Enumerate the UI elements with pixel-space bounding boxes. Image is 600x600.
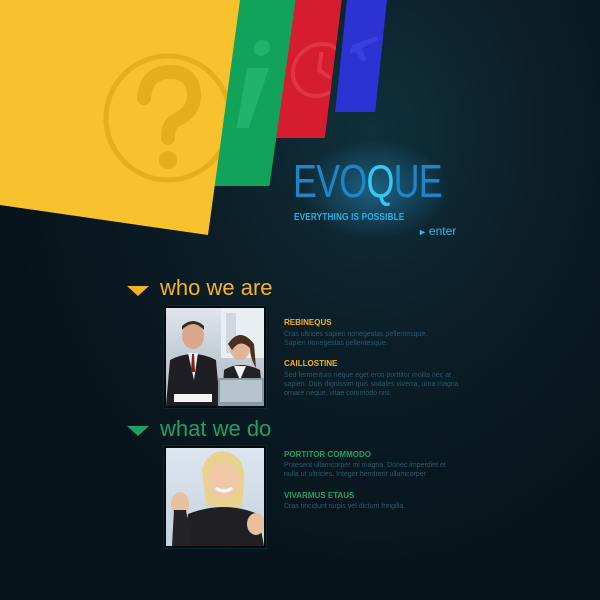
- heading-vivarmus-etaus: VIVARMUS ETAUS: [284, 491, 355, 500]
- text-caillostine-3: ornare neque, vitae commodo nisi.: [284, 390, 392, 397]
- triangle-down-icon: [127, 286, 149, 296]
- text-rebinequs-2: Sapien nonegestas pellentesque.: [284, 340, 388, 347]
- text-portitor-1: Praesent ullamcorper mi magna. Donec imp…: [284, 462, 446, 469]
- airplane-icon: [349, 36, 379, 62]
- section-title-who-we-are: who we are: [160, 275, 273, 300]
- enter-label: enter: [428, 224, 457, 238]
- woman-photo: [164, 446, 266, 548]
- logo: EVOQUE: [293, 155, 443, 207]
- team-photo: [164, 306, 266, 408]
- folder-tab-yellow[interactable]: [0, 0, 240, 235]
- text-caillostine-2: sapien. Duis dignissim quis sodales vive…: [284, 381, 459, 388]
- heading-caillostine: CAILLOSTINE: [284, 359, 338, 368]
- section-title-what-we-do: what we do: [160, 416, 272, 441]
- tagline: EVERYTHING IS POSSIBLE: [294, 212, 405, 223]
- page: EVOQUE EVERYTHING IS POSSIBLE ► enter who…: [0, 0, 600, 600]
- logo-text-post: UE: [393, 155, 443, 207]
- folder-tab-blue[interactable]: [335, 0, 388, 112]
- enter-arrow-icon: ►: [418, 227, 427, 237]
- question-icon: [103, 53, 233, 183]
- text-portitor-2: nulla ut ultricies. Integer hendrerit ul…: [284, 471, 427, 478]
- text-vivarmus-1: Cras tincidunt turpis vel dictum fringil…: [284, 503, 406, 510]
- enter-link[interactable]: ► enter: [418, 224, 456, 238]
- triangle-down-icon: [127, 426, 149, 436]
- text-caillostine-1: Sed fermentum neque eget eros porttitor …: [284, 372, 451, 379]
- logo-text-pre: EVO: [293, 155, 367, 207]
- heading-rebinequs: REBINEQUS: [284, 318, 332, 327]
- logo-text-q: Q: [366, 155, 394, 207]
- heading-portitor-commodo: PORTITOR COMMODO: [284, 450, 371, 459]
- text-rebinequs-1: Cras ultrices sapien nonegestas pellente…: [284, 331, 428, 338]
